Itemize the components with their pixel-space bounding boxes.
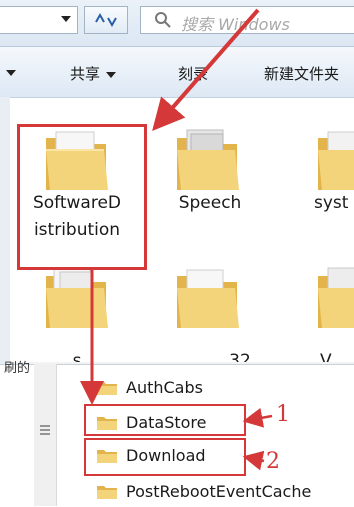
scroll-grip-icon — [40, 425, 50, 435]
chevron-down-icon — [61, 16, 71, 22]
annotation-marker-2: 2 — [266, 449, 280, 474]
folder-icon — [177, 129, 239, 190]
search-placeholder: 搜索 Windows — [181, 15, 290, 34]
folder-label: syst — [314, 193, 349, 213]
share-button[interactable]: 共享 — [70, 63, 117, 84]
folder-label: s — [72, 351, 82, 362]
folder-icon — [318, 267, 354, 328]
folder-label: 32 — [229, 351, 251, 362]
refresh-button[interactable] — [84, 6, 128, 34]
folder-icon — [177, 269, 239, 328]
tree-item-label: AuthCabs — [126, 378, 203, 397]
highlight-box — [17, 124, 147, 270]
folder-label: V — [320, 351, 332, 362]
highlight-box-datastore — [84, 404, 246, 436]
command-toolbar: 共享 刻录 新建文件夹 — [0, 47, 354, 98]
refresh-icon — [95, 12, 117, 28]
new-folder-button[interactable]: 新建文件夹 — [264, 63, 339, 84]
annotation-marker-1: 1 — [276, 402, 290, 427]
folder-row2-3[interactable]: V — [280, 266, 354, 362]
share-label: 共享 — [70, 65, 101, 83]
address-dropdown-button[interactable] — [0, 6, 78, 34]
tree-item-label: PostRebootEventCache — [126, 482, 312, 501]
tree-side-label: 刷的 — [4, 361, 31, 376]
folder-row2-2[interactable]: 32 — [155, 266, 265, 362]
folder-row2-1[interactable]: s — [22, 266, 132, 362]
search-input[interactable]: 搜索 Windows — [140, 6, 354, 34]
folder-system[interactable]: syst — [280, 128, 354, 248]
folder-speech[interactable]: Speech — [155, 128, 265, 248]
folder-label: Speech — [178, 193, 242, 213]
folder-icon — [318, 131, 354, 190]
highlight-box-download — [84, 438, 246, 476]
folder-icon — [97, 486, 117, 499]
folder-icon — [46, 267, 108, 328]
burn-button[interactable]: 刻录 — [178, 63, 208, 84]
folder-icon — [97, 382, 117, 395]
search-icon — [155, 12, 171, 28]
chevron-down-icon — [106, 71, 117, 78]
address-bar: 搜索 Windows — [0, 0, 354, 47]
chevron-down-icon[interactable] — [6, 70, 16, 76]
